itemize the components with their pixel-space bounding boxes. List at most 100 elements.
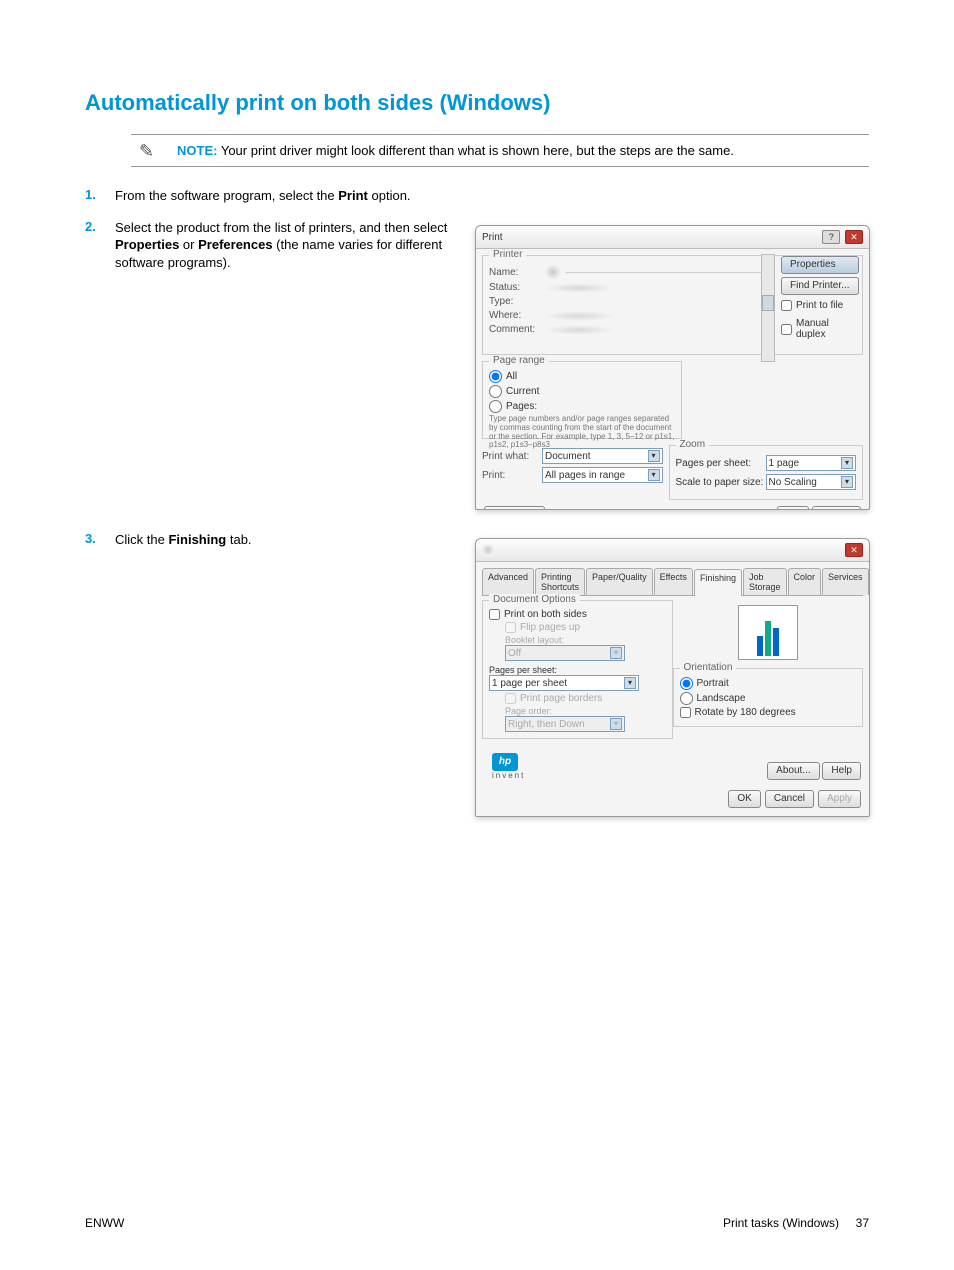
step-number: 2. [85, 219, 115, 272]
name-label: Name: [489, 267, 544, 278]
current-radio[interactable]: Current [489, 385, 675, 398]
step-1: 1. From the software program, select the… [85, 187, 869, 205]
pages-per-sheet-label: Pages per sheet: [489, 665, 666, 675]
step-text: Click the Finishing tab. [115, 531, 455, 549]
rotate-checkbox[interactable]: Rotate by 180 degrees [680, 707, 857, 718]
t: Select the product from the list of prin… [115, 220, 447, 235]
t: Print [338, 188, 368, 203]
step-number: 1. [85, 187, 115, 205]
app-icon [482, 544, 494, 556]
page-footer: ENWW Print tasks (Windows) 37 [85, 1216, 869, 1230]
pages-per-sheet-dropdown[interactable]: 1 page per sheet▾ [489, 675, 639, 691]
step-text: From the software program, select the Pr… [115, 187, 455, 205]
group-title: Printer [489, 249, 526, 260]
titlebar: Print ? ✕ [476, 226, 869, 249]
footer-page-number: 37 [856, 1216, 869, 1230]
t: Properties [115, 237, 179, 252]
help-window-button[interactable]: ? [822, 230, 840, 244]
tab-finishing[interactable]: Finishing [694, 569, 742, 596]
note-box: ✎ NOTE: Your print driver might look dif… [131, 134, 869, 167]
page-range-group: Page range All Current Pages: Type page … [482, 361, 682, 439]
status-label: Status: [489, 282, 544, 293]
t: From the software program, select the [115, 188, 338, 203]
cancel-button[interactable]: Cancel [812, 506, 861, 510]
layout-preview [738, 605, 798, 660]
hp-logo: hp [492, 753, 518, 771]
print-range-dropdown[interactable]: All pages in range▾ [542, 467, 663, 483]
tab-paper-quality[interactable]: Paper/Quality [586, 568, 653, 595]
flip-pages-checkbox: Flip pages up [505, 622, 666, 633]
where-label: Where: [489, 310, 544, 321]
tab-color[interactable]: Color [788, 568, 822, 595]
booklet-label: Booklet layout: [505, 635, 666, 645]
t: tab. [226, 532, 251, 547]
t: Finishing [168, 532, 226, 547]
close-window-button[interactable]: ✕ [845, 543, 863, 557]
properties-dialog: ✕ Advanced Printing Shortcuts Paper/Qual… [475, 538, 870, 817]
group-title: Document Options [489, 594, 580, 605]
t: Preferences [198, 237, 272, 252]
portrait-radio[interactable]: Portrait [680, 677, 857, 690]
print-what-dropdown[interactable]: Document▾ [542, 448, 663, 464]
tab-advanced[interactable]: Advanced [482, 568, 534, 595]
step-text: Select the product from the list of prin… [115, 219, 455, 272]
footer-section: Print tasks (Windows) [723, 1216, 839, 1230]
t: or [179, 237, 198, 252]
scale-label: Scale to paper size: [676, 477, 766, 488]
print-what-label: Print what: [482, 451, 542, 462]
apply-button: Apply [818, 790, 861, 808]
all-radio[interactable]: All [489, 370, 675, 383]
tab-printing-shortcuts[interactable]: Printing Shortcuts [535, 568, 585, 595]
close-window-button[interactable]: ✕ [845, 230, 863, 244]
options-button[interactable]: Options... [484, 506, 545, 510]
t: option. [368, 188, 411, 203]
step-number: 3. [85, 531, 115, 549]
about-button[interactable]: About... [767, 762, 819, 780]
pages-radio[interactable]: Pages: [489, 400, 675, 413]
note-text-body: Your print driver might look different t… [221, 143, 734, 158]
print-page-borders-checkbox: Print page borders [505, 693, 666, 704]
ok-button[interactable]: OK [728, 790, 760, 808]
printer-list-scrollbar[interactable] [761, 254, 775, 362]
page-order-label: Page order: [505, 706, 666, 716]
blur [544, 283, 614, 293]
booklet-dropdown: Off▾ [505, 645, 625, 661]
print-both-sides-checkbox[interactable]: Print on both sides [489, 609, 666, 620]
blur [544, 311, 614, 321]
tab-effects[interactable]: Effects [654, 568, 693, 595]
find-printer-button[interactable]: Find Printer... [781, 277, 859, 295]
print-label: Print: [482, 470, 542, 481]
hp-tagline: invent [492, 771, 525, 780]
landscape-radio[interactable]: Landscape [680, 692, 857, 705]
ok-button[interactable]: OK [777, 506, 809, 510]
help-button[interactable]: Help [822, 762, 861, 780]
page-order-dropdown: Right, then Down▾ [505, 716, 625, 732]
footer-left: ENWW [85, 1216, 124, 1230]
titlebar: ✕ [476, 539, 869, 562]
blur [544, 325, 614, 335]
group-title: Orientation [680, 662, 737, 673]
group-title: Page range [489, 355, 549, 366]
properties-button[interactable]: Properties [781, 256, 859, 274]
manual-duplex-checkbox[interactable]: Manual duplex [781, 318, 859, 340]
comment-label: Comment: [489, 324, 544, 335]
group-title: Zoom [676, 439, 710, 450]
type-label: Type: [489, 296, 544, 307]
tab-job-storage[interactable]: Job Storage [743, 568, 787, 595]
note-label: NOTE: [177, 143, 217, 158]
dialog-title: Print [482, 232, 503, 243]
tab-bar: Advanced Printing Shortcuts Paper/Qualit… [482, 568, 863, 596]
tab-services[interactable]: Services [822, 568, 869, 595]
page-title: Automatically print on both sides (Windo… [85, 90, 869, 116]
pages-per-sheet-dropdown[interactable]: 1 page▾ [766, 455, 857, 471]
cancel-button[interactable]: Cancel [765, 790, 814, 808]
print-to-file-checkbox[interactable]: Print to file [781, 300, 859, 311]
page-range-hint: Type page numbers and/or page ranges sep… [489, 415, 675, 450]
printer-icon [544, 265, 562, 279]
pages-per-sheet-label: Pages per sheet: [676, 458, 766, 469]
note-icon: ✎ [139, 141, 154, 162]
scale-dropdown[interactable]: No Scaling▾ [766, 474, 857, 490]
printer-name-field[interactable] [566, 272, 766, 273]
t: Click the [115, 532, 168, 547]
print-dialog: Print ? ✕ Printer Name: Status: Type: Wh… [475, 225, 870, 510]
